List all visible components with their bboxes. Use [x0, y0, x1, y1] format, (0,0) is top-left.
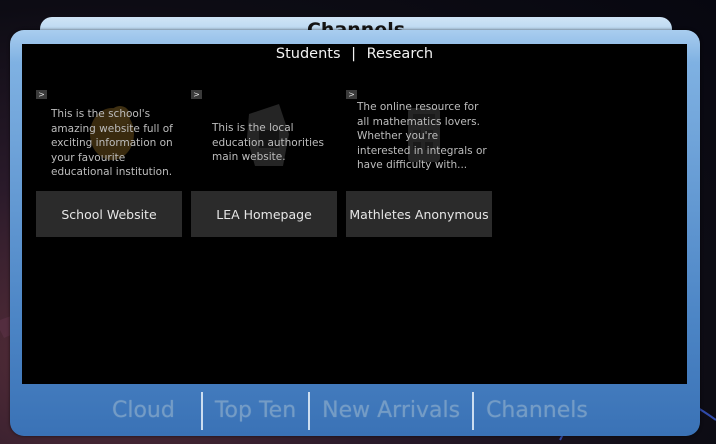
expand-arrow-icon[interactable]: >: [191, 90, 202, 99]
nav-top-ten[interactable]: Top Ten: [203, 390, 308, 432]
tab-separator: |: [351, 46, 356, 62]
card-name-button[interactable]: LEA Homepage: [191, 191, 337, 237]
card-description: This is the local education authorities …: [212, 122, 324, 163]
nav-cloud[interactable]: Cloud: [100, 390, 201, 432]
card-name-button[interactable]: School Website: [36, 191, 182, 237]
tab-research[interactable]: Research: [367, 46, 434, 62]
expand-arrow-icon[interactable]: >: [346, 90, 357, 99]
channel-card-lea-homepage[interactable]: > This is the local education authoritie…: [191, 90, 337, 237]
channels-panel: Students | Research > This is the school…: [22, 44, 687, 384]
nav-channels[interactable]: Channels: [474, 390, 600, 432]
card-name-button[interactable]: Mathletes Anonymous: [346, 191, 492, 237]
nav-new-arrivals[interactable]: New Arrivals: [310, 390, 472, 432]
tab-bar: Students | Research: [22, 46, 687, 62]
expand-arrow-icon[interactable]: >: [36, 90, 47, 99]
card-description: This is the school's amazing website ful…: [51, 108, 173, 178]
tab-students[interactable]: Students: [276, 46, 341, 62]
channel-card-school-website[interactable]: > This is the school's amazing website f…: [36, 90, 182, 237]
bottom-navigation: Cloud Top Ten New Arrivals Channels: [100, 390, 600, 432]
channel-card-mathletes-anonymous[interactable]: > The online resource for all mathematic…: [346, 90, 492, 237]
card-description: The online resource for all mathematics …: [357, 101, 487, 171]
